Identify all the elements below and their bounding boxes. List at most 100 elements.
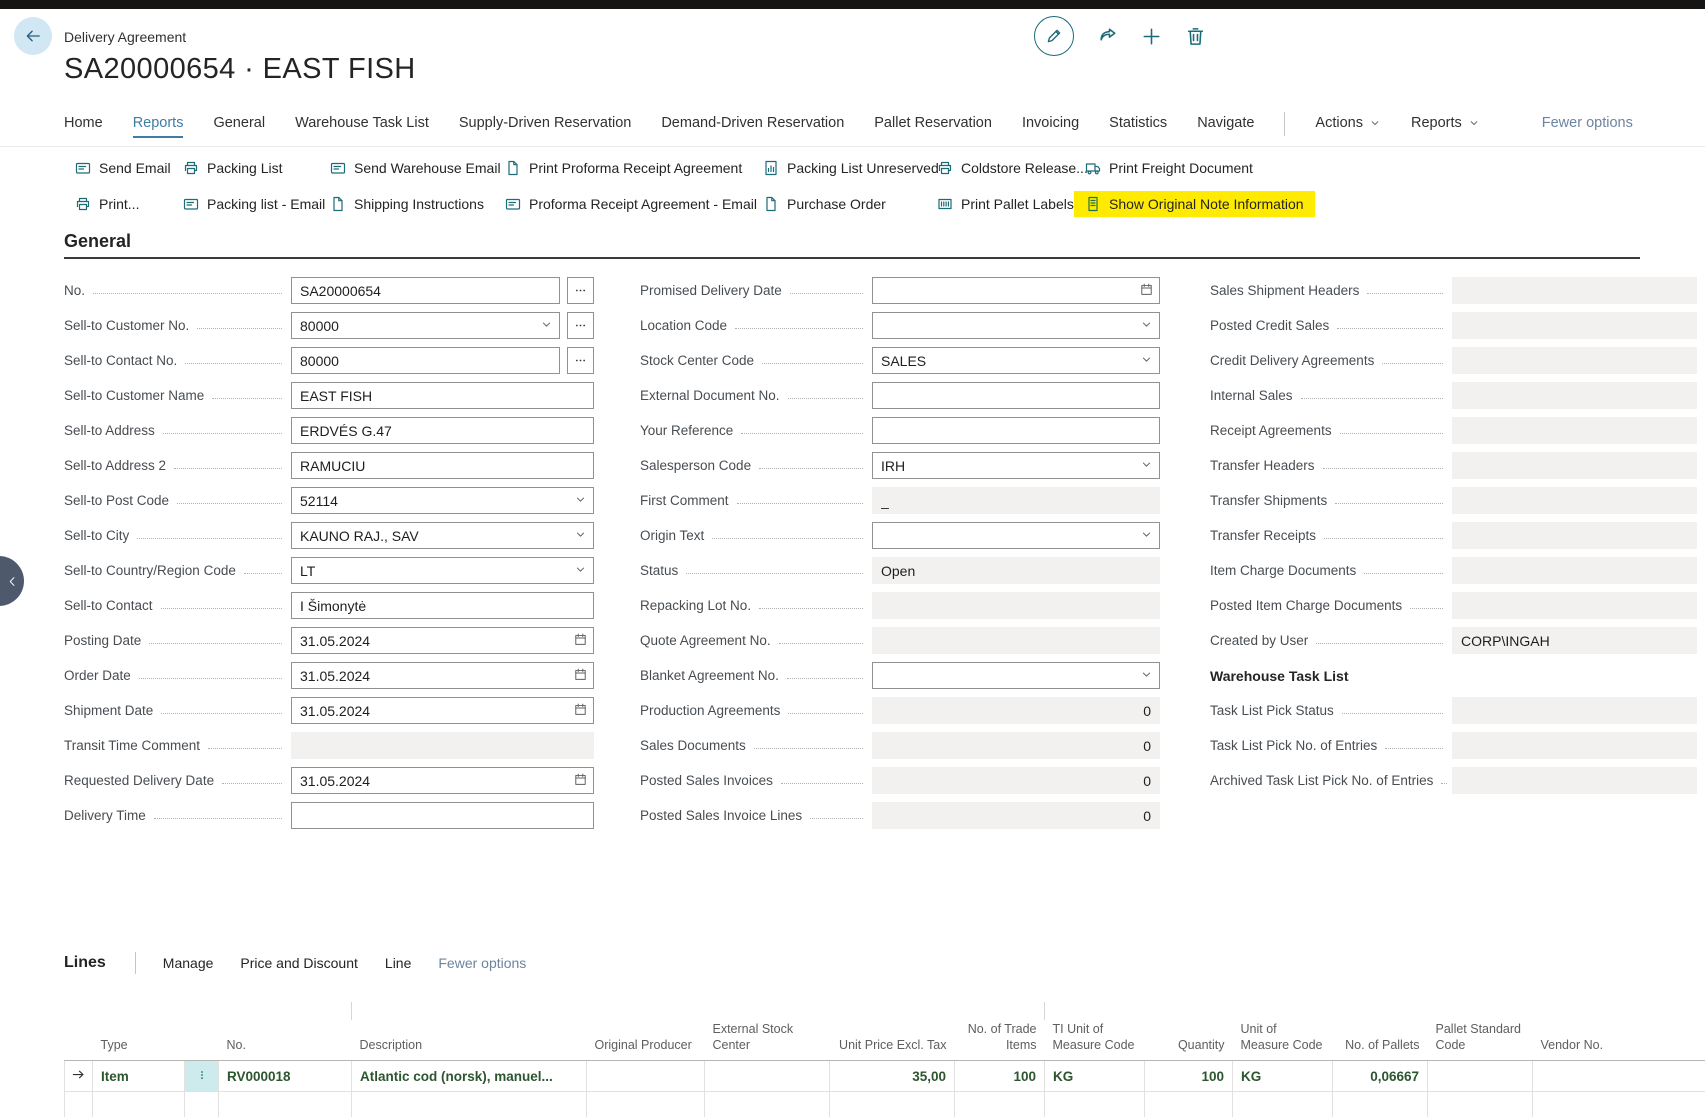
cell-vendor_no[interactable] xyxy=(1533,1061,1705,1092)
tab-demand-driven-reservation[interactable]: Demand-Driven Reservation xyxy=(661,115,844,138)
calendar-icon[interactable] xyxy=(574,633,587,646)
action-print[interactable]: Print... xyxy=(75,196,139,212)
tab-statistics[interactable]: Statistics xyxy=(1109,115,1167,138)
action-print-pallet-labels[interactable]: Print Pallet Labels xyxy=(937,196,1074,212)
cell-unit_price_excl_tax[interactable]: 35,00 xyxy=(830,1061,955,1092)
action-packing-list[interactable]: Packing List xyxy=(183,160,282,176)
action-proforma-receipt-agreement-email[interactable]: Proforma Receipt Agreement - Email xyxy=(505,196,757,212)
tab-supply-driven-reservation[interactable]: Supply-Driven Reservation xyxy=(459,115,631,138)
field-drilldown-sales-documents[interactable]: 0 xyxy=(872,732,1160,759)
ribbon-fewer-options[interactable]: Fewer options xyxy=(1542,115,1633,138)
action-print-proforma-receipt-agreement[interactable]: Print Proforma Receipt Agreement xyxy=(505,160,742,176)
col-header-type[interactable]: Type xyxy=(93,1020,185,1061)
action-shipping-instructions[interactable]: Shipping Instructions xyxy=(330,196,484,212)
cell-unit_of_measure_code[interactable] xyxy=(1233,1092,1333,1117)
field-datepicker-promised-delivery-date[interactable] xyxy=(872,277,1160,304)
cell-no_of_pallets[interactable]: 0,06667 xyxy=(1333,1061,1428,1092)
cell-quantity[interactable]: 100 xyxy=(1145,1061,1233,1092)
cell-original_producer[interactable] xyxy=(587,1061,705,1092)
col-header-original_producer[interactable]: Original Producer xyxy=(587,1020,705,1061)
cell-unit_of_measure_code[interactable]: KG xyxy=(1233,1061,1333,1092)
assist-edit-button[interactable] xyxy=(567,347,594,374)
col-header-pallet_standard_code[interactable]: Pallet Standard Code xyxy=(1428,1020,1533,1061)
col-header-no[interactable]: No. xyxy=(219,1020,352,1061)
field-drilldown-posted-sales-invoice-lines[interactable]: 0 xyxy=(872,802,1160,829)
delete-button[interactable] xyxy=(1185,26,1206,47)
cell-description[interactable] xyxy=(352,1092,587,1117)
field-drilldown-posted-sales-invoices[interactable]: 0 xyxy=(872,767,1160,794)
tab-navigate[interactable]: Navigate xyxy=(1197,115,1254,138)
menu-actions[interactable]: Actions xyxy=(1315,115,1381,138)
field-combobox-sell-to-country-region-code[interactable]: LT xyxy=(291,557,594,584)
field-input-sell-to-address[interactable]: ERDVÉS G.47 xyxy=(291,417,594,444)
lines-menu-line[interactable]: Line xyxy=(385,955,411,971)
col-header-quantity[interactable]: Quantity xyxy=(1145,1020,1233,1061)
col-header-handle[interactable] xyxy=(185,1020,219,1061)
cell-no_of_trade_items[interactable]: 100 xyxy=(955,1061,1045,1092)
tab-home[interactable]: Home xyxy=(64,115,103,138)
col-header-unit_of_measure_code[interactable]: Unit of Measure Code xyxy=(1233,1020,1333,1061)
tab-general[interactable]: General xyxy=(213,115,265,138)
tab-reports[interactable]: Reports xyxy=(133,115,184,138)
tab-pallet-reservation[interactable]: Pallet Reservation xyxy=(874,115,992,138)
field-input-no[interactable]: SA20000654 xyxy=(291,277,560,304)
col-header-vendor_no[interactable]: Vendor No. xyxy=(1533,1020,1705,1061)
new-button[interactable] xyxy=(1141,26,1162,47)
cell-no[interactable] xyxy=(219,1092,352,1117)
tab-warehouse-task-list[interactable]: Warehouse Task List xyxy=(295,115,429,138)
field-input-sell-to-contact[interactable]: I Šimonytė xyxy=(291,592,594,619)
cell-original_producer[interactable] xyxy=(587,1092,705,1117)
field-input-your-reference[interactable] xyxy=(872,417,1160,444)
field-input-sell-to-customer-name[interactable]: EAST FISH xyxy=(291,382,594,409)
cell-ti_unit_of_measure_code[interactable]: KG xyxy=(1045,1061,1145,1092)
cell-type[interactable] xyxy=(93,1092,185,1117)
calendar-icon[interactable] xyxy=(574,668,587,681)
assist-edit-button[interactable] xyxy=(567,312,594,339)
field-combobox-salesperson-code[interactable]: IRH xyxy=(872,452,1160,479)
action-send-warehouse-email[interactable]: Send Warehouse Email xyxy=(330,160,501,176)
field-datepicker-posting-date[interactable]: 31.05.2024 xyxy=(291,627,594,654)
cell-quantity[interactable] xyxy=(1145,1092,1233,1117)
cell-pallet_standard_code[interactable] xyxy=(1428,1092,1533,1117)
field-combobox-stock-center-code[interactable]: SALES xyxy=(872,347,1160,374)
cell-external_stock_center[interactable] xyxy=(705,1092,830,1117)
cell-no_of_trade_items[interactable] xyxy=(955,1092,1045,1117)
action-send-email[interactable]: Send Email xyxy=(75,160,171,176)
col-header-no_of_trade_items[interactable]: No. of Trade Items xyxy=(955,1020,1045,1061)
field-combobox-origin-text[interactable] xyxy=(872,522,1160,549)
field-input-sell-to-contact-no[interactable]: 80000 xyxy=(291,347,560,374)
cell-pallet_standard_code[interactable] xyxy=(1428,1061,1533,1092)
cell-vendor_no[interactable] xyxy=(1533,1092,1705,1117)
back-button[interactable] xyxy=(14,17,52,55)
action-coldstore-release[interactable]: Coldstore Release... xyxy=(937,160,1088,176)
field-input-sell-to-address-2[interactable]: RAMUCIU xyxy=(291,452,594,479)
field-input-delivery-time[interactable] xyxy=(291,802,594,829)
field-input-external-document-no[interactable] xyxy=(872,382,1160,409)
cell-ti_unit_of_measure_code[interactable] xyxy=(1045,1092,1145,1117)
lines-menu-manage[interactable]: Manage xyxy=(163,955,214,971)
action-print-freight-document[interactable]: Print Freight Document xyxy=(1085,160,1253,176)
row-grip-handle[interactable] xyxy=(185,1061,219,1092)
field-datepicker-requested-delivery-date[interactable]: 31.05.2024 xyxy=(291,767,594,794)
field-datepicker-shipment-date[interactable]: 31.05.2024 xyxy=(291,697,594,724)
field-combobox-sell-to-city[interactable]: KAUNO RAJ., SAV xyxy=(291,522,594,549)
cell-type[interactable]: Item xyxy=(93,1061,185,1092)
calendar-icon[interactable] xyxy=(574,773,587,786)
lines-menu-price-and-discount[interactable]: Price and Discount xyxy=(240,955,358,971)
col-header-unit_price_excl_tax[interactable]: Unit Price Excl. Tax xyxy=(830,1020,955,1061)
field-combobox-sell-to-customer-no[interactable]: 80000 xyxy=(291,312,560,339)
cell-no_of_pallets[interactable] xyxy=(1333,1092,1428,1117)
calendar-icon[interactable] xyxy=(574,703,587,716)
action-packing-list-unreserved[interactable]: Packing List Unreserved xyxy=(763,160,939,176)
assist-edit-button[interactable] xyxy=(567,277,594,304)
col-header-no_of_pallets[interactable]: No. of Pallets xyxy=(1333,1020,1428,1061)
share-button[interactable] xyxy=(1097,26,1118,47)
col-header-external_stock_center[interactable]: External Stock Center xyxy=(705,1020,830,1061)
field-combobox-location-code[interactable] xyxy=(872,312,1160,339)
edit-button[interactable] xyxy=(1034,16,1074,56)
cell-external_stock_center[interactable] xyxy=(705,1061,830,1092)
menu-reports[interactable]: Reports xyxy=(1411,115,1480,138)
expand-factbox-button[interactable] xyxy=(0,556,24,606)
cell-unit_price_excl_tax[interactable] xyxy=(830,1092,955,1117)
field-datepicker-order-date[interactable]: 31.05.2024 xyxy=(291,662,594,689)
